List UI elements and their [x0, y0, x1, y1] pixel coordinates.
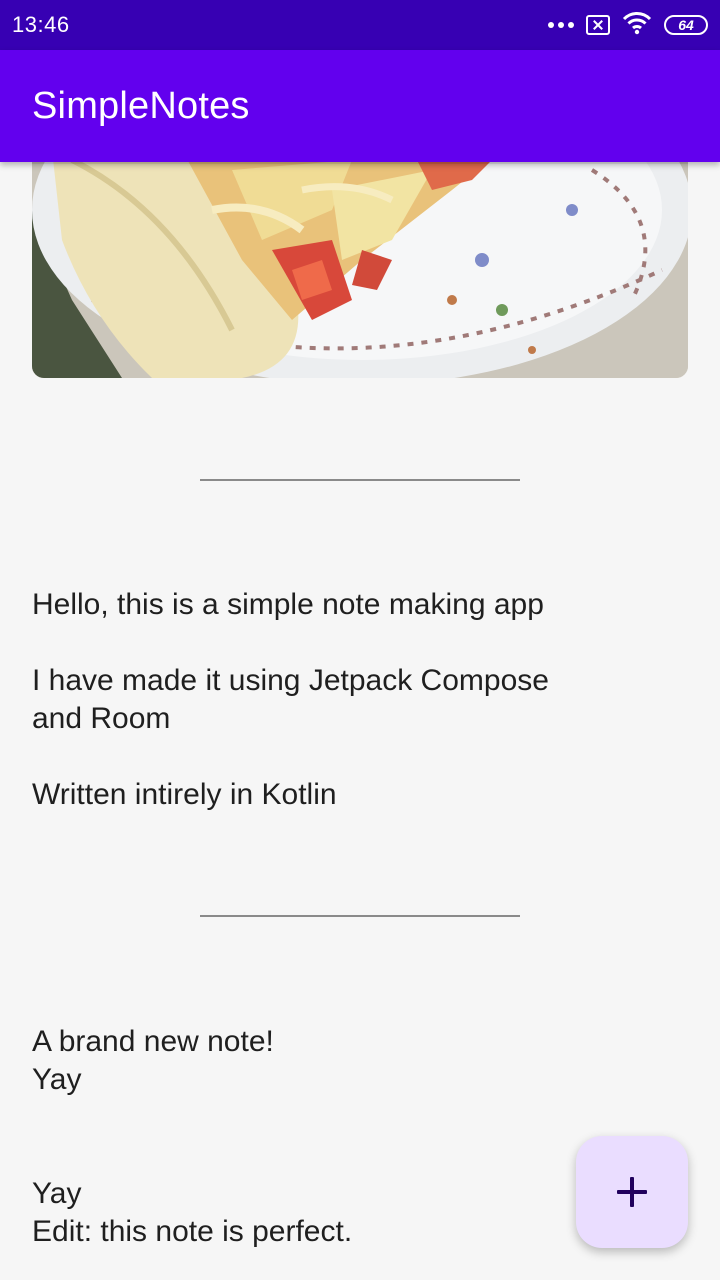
plus-icon	[617, 1177, 647, 1207]
status-time: 13:46	[12, 12, 70, 37]
battery-icon: 64	[664, 15, 708, 35]
note-text[interactable]: A brand new note! Yay Yay Edit: this not…	[32, 1023, 632, 1251]
sim-icon	[586, 15, 610, 35]
note-divider	[200, 479, 520, 481]
note-image-card[interactable]	[32, 150, 688, 378]
app-title: SimpleNotes	[32, 84, 250, 127]
screen: 13:46 64 SimpleNotes Hello, this is a si…	[0, 0, 720, 1280]
more-dots-icon	[548, 22, 574, 28]
note-divider	[200, 915, 520, 917]
status-bar: 13:46 64	[0, 0, 720, 50]
top-app-bar: SimpleNotes	[0, 50, 720, 162]
wifi-icon	[622, 11, 652, 40]
status-icons: 64	[548, 11, 708, 40]
food-photo-image	[32, 150, 688, 378]
add-note-button[interactable]	[576, 1136, 688, 1248]
note-text[interactable]: Hello, this is a simple note making app …	[32, 586, 632, 814]
